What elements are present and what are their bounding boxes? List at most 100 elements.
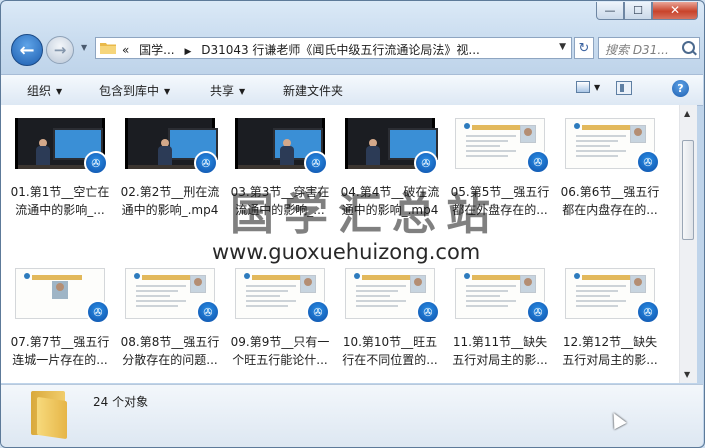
video-badge-icon: ✇	[84, 151, 108, 175]
minimize-button[interactable]: —	[596, 2, 624, 20]
video-thumbnail: ✇	[565, 268, 660, 324]
video-badge-icon: ✇	[194, 151, 218, 175]
close-icon: ✕	[669, 3, 681, 17]
search-icon[interactable]	[682, 41, 695, 54]
file-name-line: 都在内盘存在的...	[562, 203, 658, 217]
file-name: 01.第1节__空亡在 流通中的影响_...	[8, 183, 112, 219]
file-item[interactable]: ✇ 02.第2节__刑在流 通中的影响_.mp4	[118, 118, 222, 219]
video-badge-icon: ✇	[636, 150, 660, 174]
file-name-line: 五行对局主的影...	[452, 353, 548, 367]
change-view-button[interactable]: ▼	[576, 81, 600, 93]
file-name-line: 五行对局主的影...	[562, 353, 658, 367]
video-badge-icon: ✇	[414, 151, 438, 175]
forward-button[interactable]: →	[46, 36, 74, 64]
search-input[interactable]: 搜索 D31...	[598, 37, 700, 59]
address-bar[interactable]: « 国学... ▶ D31043 行谦老师《闻氏中级五行流通论局法》视... ▼	[95, 37, 572, 59]
close-button[interactable]: ✕	[652, 2, 698, 20]
file-name: 02.第2节__刑在流 通中的影响_.mp4	[118, 183, 222, 219]
video-badge-icon: ✇	[306, 300, 330, 324]
file-name-line: 行在不同位置的...	[342, 353, 438, 367]
video-thumbnail: ✇	[235, 118, 328, 175]
watermark-title: 国学汇总站	[230, 189, 500, 240]
scrollbar-thumb[interactable]	[682, 140, 694, 240]
share-label: 共享	[210, 84, 235, 98]
file-item[interactable]: ✇ 06.第6节__强五行 都在内盘存在的...	[558, 118, 662, 219]
share-menu[interactable]: 共享 ▼	[210, 82, 245, 99]
maximize-button[interactable]: ☐	[624, 2, 652, 20]
file-name-line: 10.第10节__旺五	[342, 335, 438, 349]
preview-pane-button[interactable]	[616, 81, 632, 95]
forward-arrow-icon: →	[53, 41, 67, 59]
video-badge-icon: ✇	[416, 300, 440, 324]
minimize-icon: —	[604, 4, 616, 17]
chevron-down-icon: ▼	[594, 82, 601, 92]
search-placeholder: 搜索 D31...	[605, 43, 669, 57]
folder-icon	[29, 391, 69, 440]
scroll-up-icon[interactable]: ▲	[684, 109, 690, 118]
refresh-button[interactable]: ↻	[574, 37, 594, 59]
file-item[interactable]: ✇ 12.第12节__缺失 五行对局主的影...	[558, 268, 662, 369]
video-badge-icon: ✇	[526, 150, 550, 174]
video-badge-icon: ✇	[304, 151, 328, 175]
file-name: 12.第12节__缺失 五行对局主的影...	[558, 333, 662, 369]
file-name-line: 01.第1节__空亡在	[10, 185, 110, 199]
video-thumbnail: ✇	[15, 118, 108, 175]
file-name-line: 流通中的影响_...	[15, 203, 105, 217]
file-name-line: 06.第6节__强五行	[560, 185, 660, 199]
file-name: 11.第11节__缺失 五行对局主的影...	[448, 333, 552, 369]
video-badge-icon: ✇	[636, 300, 660, 324]
file-name-line: 12.第12节__缺失	[562, 335, 658, 349]
organize-menu[interactable]: 组织 ▼	[27, 82, 62, 99]
folder-icon	[100, 43, 116, 54]
organize-label: 组织	[27, 84, 52, 98]
new-folder-label: 新建文件夹	[283, 84, 344, 98]
file-item[interactable]: ✇ 08.第8节__强五行 分散存在的问题...	[118, 268, 222, 369]
video-thumbnail: ✇	[345, 268, 440, 324]
maximize-icon: ☐	[633, 4, 643, 17]
file-item[interactable]: ✇ 09.第9节__只有一 个旺五行能论什...	[228, 268, 332, 369]
chevron-down-icon: ▼	[56, 87, 63, 96]
file-item[interactable]: ✇ 11.第11节__缺失 五行对局主的影...	[448, 268, 552, 369]
navigation-bar: ← → ▼ « 国学... ▶ D31043 行谦老师《闻氏中级五行流通论局法》…	[9, 31, 700, 69]
breadcrumb-item[interactable]: 国学...	[139, 43, 174, 57]
breadcrumb: « 国学... ▶ D31043 行谦老师《闻氏中级五行流通论局法》视...	[122, 41, 480, 58]
new-folder-button[interactable]: 新建文件夹	[283, 82, 343, 99]
video-thumbnail: ✇	[345, 118, 438, 175]
scroll-down-icon[interactable]: ▼	[684, 370, 690, 379]
file-item[interactable]: ✇ 01.第1节__空亡在 流通中的影响_...	[8, 118, 112, 219]
recent-pages-dropdown[interactable]: ▼	[81, 43, 87, 52]
video-thumbnail: ✇	[235, 268, 330, 324]
chevron-down-icon: ▼	[164, 87, 171, 96]
include-in-library-menu[interactable]: 包含到库中 ▼	[99, 82, 170, 99]
video-thumbnail: ✇	[125, 268, 220, 324]
back-button[interactable]: ←	[11, 34, 43, 66]
file-name: 08.第8节__强五行 分散存在的问题...	[118, 333, 222, 369]
file-name-line: 02.第2节__刑在流	[120, 185, 220, 199]
refresh-icon: ↻	[578, 40, 590, 56]
video-badge-icon: ✇	[196, 300, 220, 324]
file-name-line: 11.第11节__缺失	[452, 335, 548, 349]
file-item[interactable]: ✇ 07.第7节__强五行 连城一片存在的...	[8, 268, 112, 369]
command-bar: 组织 ▼ 包含到库中 ▼ 共享 ▼ 新建文件夹 ▼ ?	[1, 74, 703, 106]
file-name-line: 个旺五行能论什...	[232, 353, 328, 367]
help-button[interactable]: ?	[672, 80, 689, 97]
file-name: 06.第6节__强五行 都在内盘存在的...	[558, 183, 662, 219]
breadcrumb-chevron-icon[interactable]: ▶	[184, 47, 191, 57]
breadcrumb-overflow[interactable]: «	[122, 43, 129, 57]
video-thumbnail: ✇	[455, 268, 550, 324]
file-name: 09.第9节__只有一 个旺五行能论什...	[228, 333, 332, 369]
video-badge-icon: ✇	[526, 300, 550, 324]
file-name: 10.第10节__旺五 行在不同位置的...	[338, 333, 442, 369]
file-name-line: 08.第8节__强五行	[120, 335, 220, 349]
file-name-line: 09.第9节__只有一	[230, 335, 330, 349]
file-item[interactable]: ✇ 10.第10节__旺五 行在不同位置的...	[338, 268, 442, 369]
back-arrow-icon: ←	[19, 39, 35, 61]
caption-buttons: — ☐ ✕	[596, 2, 698, 20]
watermark-url: www.guoxuehuizong.com	[212, 240, 481, 264]
help-icon: ?	[677, 82, 684, 95]
breadcrumb-item-current[interactable]: D31043 行谦老师《闻氏中级五行流通论局法》视...	[201, 43, 480, 57]
address-dropdown-icon[interactable]: ▼	[559, 42, 566, 52]
file-name: 07.第7节__强五行 连城一片存在的...	[8, 333, 112, 369]
video-thumbnail: ✇	[125, 118, 218, 175]
vertical-scrollbar[interactable]: ▲ ▼	[679, 105, 697, 383]
